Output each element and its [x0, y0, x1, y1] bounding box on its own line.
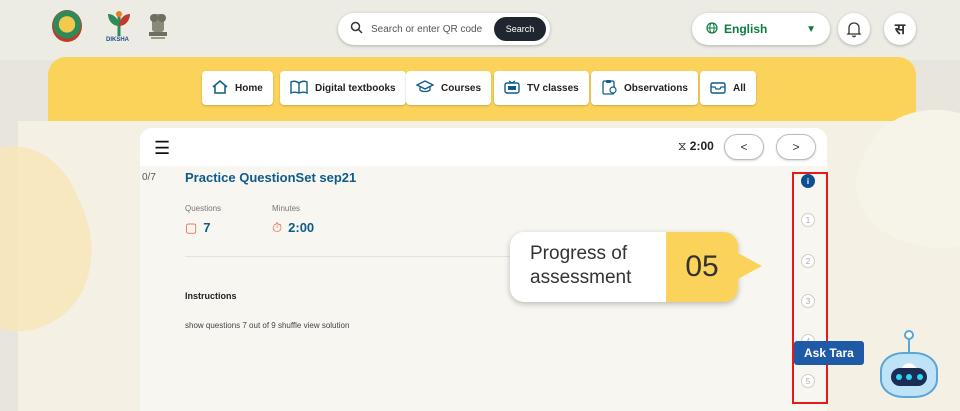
inbox-icon — [710, 80, 726, 97]
callout-arrow — [736, 252, 762, 280]
chatbot-face — [891, 368, 927, 386]
instructions-text: show questions 7 out of 9 shuffle view s… — [185, 321, 350, 330]
chevron-right-icon: > — [792, 140, 800, 154]
annotation-callout: Progress of assessment 05 — [510, 232, 738, 302]
top-header: DIKSHA Search or enter QR code Search En… — [0, 0, 960, 60]
language-selector[interactable]: English ▼ — [692, 13, 830, 45]
tv-icon — [504, 80, 520, 97]
nav-item-observations[interactable]: Observations — [591, 71, 698, 105]
stopwatch-icon: ⏱ — [272, 220, 283, 235]
nav-item-label: TV classes — [527, 82, 579, 94]
clipboard-icon: ▢ — [185, 220, 198, 235]
nav-item-label: Digital textbooks — [315, 82, 396, 94]
diksha-brand-text: DIKSHA — [106, 37, 130, 43]
national-emblem-logo[interactable] — [146, 10, 176, 42]
instructions-heading: Instructions — [185, 291, 237, 301]
search-icon — [350, 21, 363, 37]
home-icon — [212, 79, 228, 97]
nav-item-tv-classes[interactable]: TV classes — [494, 71, 589, 105]
minutes-value: ⏱ 2:00 — [272, 220, 314, 236]
question-counter: 0/7 — [142, 172, 156, 183]
callout-text: Progress of assessment — [530, 243, 632, 288]
questions-count: 7 — [203, 220, 211, 235]
question-set-title: Practice QuestionSet sep21 — [185, 170, 357, 185]
hourglass-icon: ⧖ — [678, 139, 687, 153]
notification-bell-icon[interactable] — [838, 13, 870, 45]
nav-item-courses[interactable]: Courses — [406, 71, 492, 105]
graduation-cap-icon — [415, 79, 435, 97]
nav-item-digital-textbooks[interactable]: Digital textbooks — [280, 71, 406, 105]
user-avatar[interactable]: स — [884, 13, 916, 45]
globe-icon — [706, 21, 718, 37]
next-button[interactable]: > — [776, 134, 816, 160]
bot-antenna-tip — [904, 330, 914, 340]
ask-tara-button[interactable]: Ask Tara — [794, 341, 864, 365]
nav-item-label: All — [733, 82, 746, 94]
book-icon — [290, 80, 308, 97]
minutes-count: 2:00 — [288, 220, 315, 235]
chevron-left-icon: < — [740, 140, 748, 154]
previous-button[interactable]: < — [724, 134, 764, 160]
questions-label: Questions — [185, 204, 222, 213]
callout-number: 05 — [666, 232, 738, 302]
nav-item-label: Home — [235, 82, 263, 94]
search-bar: Search or enter QR code Search — [338, 13, 550, 45]
nav-item-label: Observations — [624, 82, 688, 94]
player-toolbar: ☰ ⧖ 2:00 < > — [140, 128, 827, 166]
chevron-down-icon: ▼ — [806, 23, 816, 35]
language-label: English — [724, 22, 768, 36]
nav-item-label: Courses — [441, 82, 482, 94]
menu-icon[interactable]: ☰ — [154, 138, 170, 159]
main-nav: Home Digital textbooks Courses TV classe… — [48, 57, 916, 121]
nav-item-home[interactable]: Home — [202, 71, 273, 105]
clipboard-icon — [601, 79, 617, 98]
timer-value: 2:00 — [689, 139, 714, 153]
progress-highlight-box — [792, 172, 828, 404]
nav-item-all[interactable]: All — [700, 71, 756, 105]
minutes-label: Minutes — [272, 204, 301, 213]
questions-value: ▢ 7 — [185, 220, 211, 236]
state-emblem-logo[interactable] — [52, 10, 82, 42]
countdown-timer: ⧖ 2:00 — [678, 139, 714, 154]
search-button[interactable]: Search — [494, 17, 546, 41]
